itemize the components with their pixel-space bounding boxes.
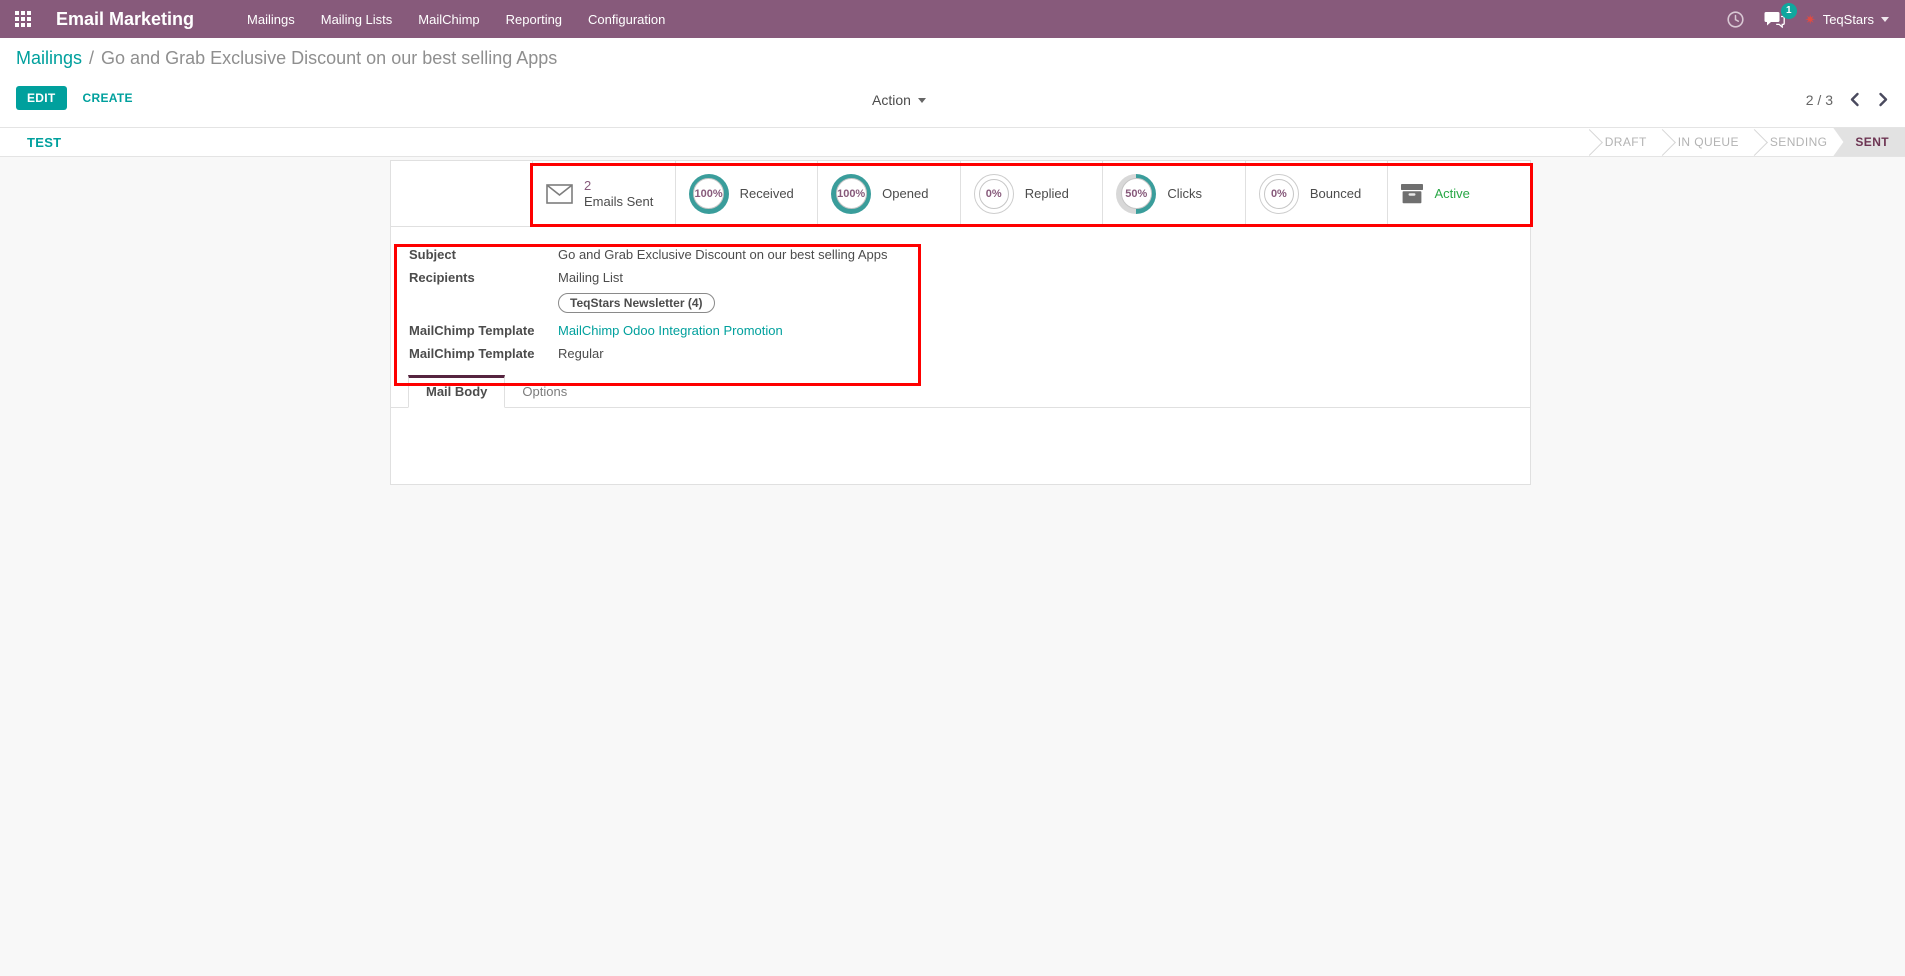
stat-label: Opened <box>882 186 928 201</box>
messages-icon[interactable]: 1 <box>1764 11 1785 28</box>
mail-body-content <box>391 408 1530 460</box>
menu-reporting[interactable]: Reporting <box>493 0 575 38</box>
statusbar: DRAFT IN QUEUE SENDING SENT <box>1589 128 1905 156</box>
pager: 2 / 3 <box>1806 90 1891 109</box>
envelope-icon <box>546 184 573 204</box>
action-dropdown[interactable]: Action <box>872 92 926 108</box>
tab-options[interactable]: Options <box>505 376 584 407</box>
mailchimp-template-label: MailChimp Template <box>409 323 558 338</box>
breadcrumb-separator: / <box>89 48 94 69</box>
stat-percent: 100% <box>693 178 724 209</box>
mailchimp-template-link[interactable]: MailChimp Odoo Integration Promotion <box>558 323 783 338</box>
menu-mailchimp[interactable]: MailChimp <box>405 0 492 38</box>
stat-button-box: 2 Emails Sent 100% Received 100% Opened … <box>391 161 1530 227</box>
create-button[interactable]: CREATE <box>71 86 145 110</box>
stat-replied-button[interactable]: 0% Replied <box>960 161 1103 226</box>
app-title: Email Marketing <box>56 9 194 30</box>
menu-configuration[interactable]: Configuration <box>575 0 678 38</box>
stat-bounced-button[interactable]: 0% Bounced <box>1245 161 1388 226</box>
pager-count: 2 / 3 <box>1806 92 1833 108</box>
user-menu[interactable]: ✷ TeqStars <box>1805 12 1889 27</box>
main-menu: Mailings Mailing Lists MailChimp Reporti… <box>234 0 678 38</box>
stat-value: 2 <box>584 178 653 194</box>
breadcrumb-mailings-link[interactable]: Mailings <box>16 48 82 69</box>
stat-label: Replied <box>1025 186 1069 201</box>
button-box-spacer <box>391 161 532 226</box>
stat-received-button[interactable]: 100% Received <box>675 161 818 226</box>
archive-icon <box>1401 183 1423 204</box>
mailchimp-template-type-label: MailChimp Template <box>409 346 558 361</box>
company-logo-icon: ✷ <box>1805 13 1816 26</box>
subject-value: Go and Grab Exclusive Discount on our be… <box>558 247 888 262</box>
tab-mail-body[interactable]: Mail Body <box>408 375 505 408</box>
mailchimp-template-type-value: Regular <box>558 346 604 361</box>
chevron-left-icon <box>1849 92 1860 107</box>
notebook-tabs: Mail Body Options <box>391 375 1530 408</box>
user-name: TeqStars <box>1823 12 1874 27</box>
stat-clicks-button[interactable]: 50% Clicks <box>1102 161 1245 226</box>
stat-opened-button[interactable]: 100% Opened <box>817 161 960 226</box>
stat-emails-sent-button[interactable]: 2 Emails Sent <box>532 161 675 226</box>
test-button[interactable]: TEST <box>27 135 61 150</box>
messages-count-badge: 1 <box>1781 3 1797 19</box>
activity-clock-icon[interactable] <box>1727 11 1744 28</box>
stat-percent: 0% <box>1264 179 1294 209</box>
mailing-list-tag[interactable]: TeqStars Newsletter (4) <box>558 293 715 313</box>
menu-mailing-lists[interactable]: Mailing Lists <box>308 0 406 38</box>
edit-button[interactable]: EDIT <box>16 86 67 110</box>
status-row: TEST DRAFT IN QUEUE SENDING SENT <box>0 128 1905 157</box>
stat-percent: 0% <box>979 179 1009 209</box>
stat-percent: 50% <box>1121 178 1152 209</box>
pager-previous-button[interactable] <box>1847 90 1862 109</box>
caret-down-icon <box>1881 17 1889 22</box>
progress-ring-icon: 0% <box>1259 174 1299 214</box>
active-archive-button[interactable]: Active <box>1387 161 1530 226</box>
recipients-value: Mailing List <box>558 270 623 285</box>
menu-mailings[interactable]: Mailings <box>234 0 308 38</box>
stat-label: Bounced <box>1310 186 1361 201</box>
progress-ring-icon: 50% <box>1116 174 1156 214</box>
stat-label: Clicks <box>1167 186 1202 201</box>
stat-percent: 100% <box>836 178 867 209</box>
progress-ring-icon: 0% <box>974 174 1014 214</box>
apps-grid-icon <box>15 11 31 27</box>
stat-label: Received <box>740 186 794 201</box>
subject-label: Subject <box>409 247 558 262</box>
action-dropdown-label: Action <box>872 92 911 108</box>
caret-down-icon <box>918 98 926 103</box>
chevron-right-icon <box>1878 92 1889 107</box>
form-view-area: 2 Emails Sent 100% Received 100% Opened … <box>0 157 1905 976</box>
form-sheet: 2 Emails Sent 100% Received 100% Opened … <box>390 160 1531 485</box>
status-step-sent[interactable]: SENT <box>1833 128 1905 156</box>
top-navbar: Email Marketing Mailings Mailing Lists M… <box>0 0 1905 38</box>
stat-label: Active <box>1434 186 1469 201</box>
breadcrumb: Mailings / Go and Grab Exclusive Discoun… <box>0 40 1905 76</box>
stat-label: Emails Sent <box>584 194 653 210</box>
apps-menu-button[interactable] <box>0 0 46 38</box>
breadcrumb-current: Go and Grab Exclusive Discount on our be… <box>101 48 557 69</box>
progress-ring-icon: 100% <box>689 174 729 214</box>
progress-ring-icon: 100% <box>831 174 871 214</box>
pager-next-button[interactable] <box>1876 90 1891 109</box>
recipients-label: Recipients <box>409 270 558 285</box>
control-panel: EDIT CREATE Action 2 / 3 <box>0 76 1905 128</box>
form-fields: Subject Go and Grab Exclusive Discount o… <box>391 227 1530 361</box>
